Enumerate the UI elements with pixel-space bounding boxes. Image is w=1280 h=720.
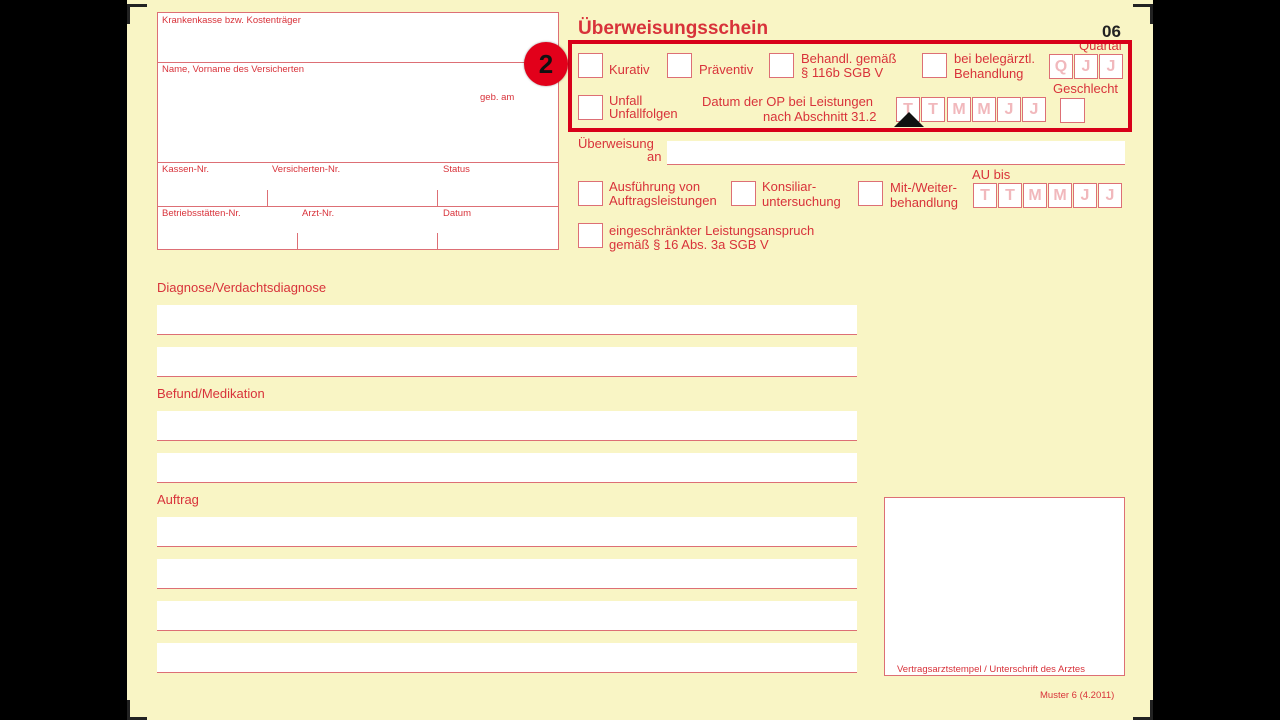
konsiliar-checkbox[interactable] (731, 181, 756, 206)
versicherten-nr-label: Versicherten-Nr. (272, 164, 341, 175)
doctor-stamp-box[interactable] (884, 497, 1125, 676)
doctor-stamp-label: Vertragsarztstempel / Unterschrift des A… (897, 664, 1085, 675)
divider (297, 233, 298, 249)
corner-mark-top-right (1133, 4, 1153, 24)
divider (157, 62, 559, 63)
auftrag-line-1[interactable] (157, 517, 857, 547)
au-cell-j[interactable]: J (1098, 183, 1122, 208)
name-label: Name, Vorname des Versicherten (162, 64, 305, 75)
au-bis-label: AU bis (972, 167, 1011, 182)
auftrag-heading: Auftrag (157, 492, 199, 507)
au-cell-t[interactable]: T (998, 183, 1022, 208)
befund-heading: Befund/Medikation (157, 386, 265, 401)
kassen-nr-label: Kassen-Nr. (162, 164, 209, 175)
befund-line-2[interactable] (157, 453, 857, 483)
eingeschraenkt-label-line2: gemäß § 16 Abs. 3a SGB V (609, 237, 769, 252)
divider (157, 162, 559, 163)
eingeschraenkt-label-line1: eingeschränkter Leistungsanspruch (609, 223, 815, 238)
form-title: Überweisungsschein (578, 18, 769, 39)
corner-mark-bottom-right (1133, 700, 1153, 720)
annotation-highlight-box (568, 40, 1132, 132)
konsiliar-label-line2: untersuchung (762, 194, 841, 209)
befund-line-1[interactable] (157, 411, 857, 441)
au-cell-m[interactable]: M (1048, 183, 1072, 208)
mitweiter-label-line2: behandlung (890, 195, 958, 210)
eingeschraenkt-checkbox[interactable] (578, 223, 603, 248)
mitweiter-checkbox[interactable] (858, 181, 883, 206)
annotation-step-badge: 2 (524, 42, 568, 86)
auftrag-line-2[interactable] (157, 559, 857, 589)
mouse-pointer-icon (894, 112, 924, 127)
referral-form-paper: Krankenkasse bzw. Kostenträger Name, Vor… (127, 0, 1153, 720)
diagnose-line-2[interactable] (157, 347, 857, 377)
ueberweisung-label-line1: Überweisung (578, 136, 654, 151)
corner-mark-top-left (127, 4, 147, 24)
au-cell-j[interactable]: J (1073, 183, 1097, 208)
konsiliar-label-line1: Konsiliar- (762, 179, 817, 194)
diagnose-heading: Diagnose/Verdachtsdiagnose (157, 280, 327, 295)
status-label: Status (443, 164, 470, 175)
corner-mark-bottom-left (127, 700, 147, 720)
ausfuehrung-label-line2: Auftragsleistungen (609, 193, 717, 208)
ausfuehrung-label-line1: Ausführung von (609, 179, 701, 194)
ausfuehrung-checkbox[interactable] (578, 181, 603, 206)
divider (437, 190, 438, 206)
ueberweisung-label-line2: an (647, 149, 662, 164)
auftrag-line-4[interactable] (157, 643, 857, 673)
dob-label: geb. am (480, 92, 515, 103)
betriebsstaetten-nr-label: Betriebsstätten-Nr. (162, 208, 241, 219)
diagnose-line-1[interactable] (157, 305, 857, 335)
datum-label: Datum (443, 208, 471, 219)
insurer-label: Krankenkasse bzw. Kostenträger (162, 15, 301, 26)
mitweiter-label-line1: Mit-/Weiter- (890, 180, 957, 195)
divider (437, 233, 438, 249)
au-cell-t[interactable]: T (973, 183, 997, 208)
divider (267, 190, 268, 206)
auftrag-line-3[interactable] (157, 601, 857, 631)
divider (157, 206, 559, 207)
footer-form-code: Muster 6 (4.2011) (1040, 690, 1115, 701)
arzt-nr-label: Arzt-Nr. (302, 208, 335, 219)
ueberweisung-an-field[interactable] (667, 141, 1125, 165)
au-cell-m[interactable]: M (1023, 183, 1047, 208)
